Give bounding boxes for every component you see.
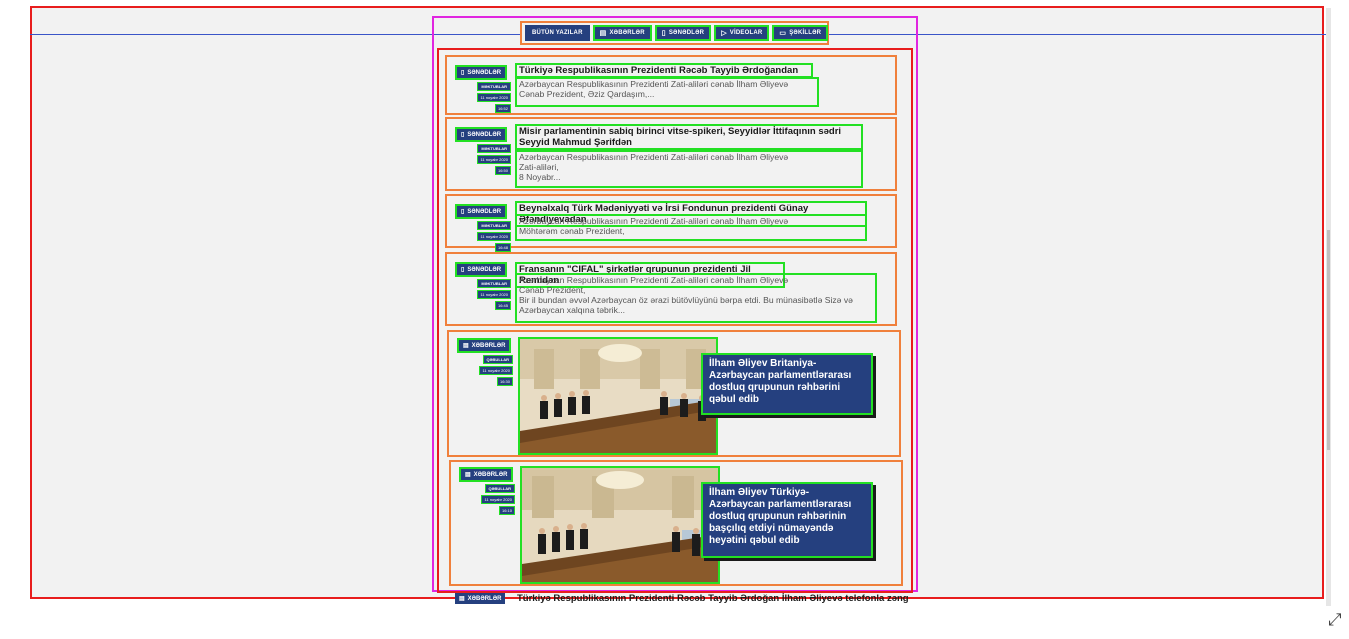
post-time: 16:48 [494, 243, 511, 252]
tab-news[interactable]: ▤ XƏBƏRLƏR [592, 25, 652, 41]
tab-images[interactable]: ▭ ŞƏKİLLƏR [772, 25, 829, 41]
post-photo[interactable] [520, 466, 720, 584]
tab-label: SƏNƏDLƏR [668, 30, 705, 36]
list-item[interactable]: ▤XƏBƏRLƏR QƏBULLAR 11 noyabr 2020 16:10 [449, 460, 903, 586]
post-date: 11 noyabr 2020 [477, 93, 511, 102]
post-title[interactable]: Türkiyə Respublikasının Prezidenti Rəcəb… [515, 63, 813, 78]
tab-label: BÜTÜN YAZILAR [532, 30, 583, 36]
post-photo[interactable] [518, 337, 718, 455]
tab-all-posts[interactable]: BÜTÜN YAZILAR [525, 25, 590, 41]
post-excerpt: Azərbaycan Respublikasının Prezidenti Za… [515, 214, 867, 241]
expand-icon[interactable]: ⤢ [1328, 610, 1342, 630]
category-badge[interactable]: ▯ SƏNƏDLƏR [455, 127, 508, 142]
news-icon: ▤ [463, 343, 469, 349]
tab-videos[interactable]: ▷ VİDEOLAR [714, 25, 770, 41]
list-item[interactable]: ▯ SƏNƏDLƏR MƏKTUBLAR 11 noyabr 2020 16:45… [445, 252, 897, 326]
document-icon: ▯ [461, 209, 465, 215]
tab-label: VİDEOLAR [729, 30, 763, 36]
tab-label: XƏBƏRLƏR [609, 30, 645, 36]
post-date: 11 noyabr 2020 [479, 366, 513, 375]
category-badge[interactable]: ▤ XƏBƏRLƏR [459, 467, 514, 482]
meeting-room-photo [520, 339, 716, 453]
tab-label: ŞƏKİLLƏR [789, 30, 822, 36]
play-icon: ▷ [721, 30, 727, 37]
post-meta: ▯ SƏNƏDLƏR MƏKTUBLAR 11 noyabr 2020 16:52 [455, 65, 511, 113]
meeting-room-photo [522, 468, 718, 582]
document-icon: ▯ [461, 267, 465, 273]
post-time: 16:50 [494, 166, 511, 175]
post-title[interactable]: Türkiyə Respublikasının Prezidenti Rəcəb… [517, 593, 909, 604]
post-meta: ▯ SƏNƏDLƏR MƏKTUBLAR 11 noyabr 2020 16:50 [455, 127, 511, 175]
subcategory-badge[interactable]: QƏBULLAR [482, 355, 513, 364]
post-date: 11 noyabr 2020 [481, 495, 515, 504]
post-meta: ▤ XƏBƏRLƏR QƏBULLAR 11 noyabr 2020 16:30 [457, 338, 513, 386]
document-icon: ▯ [461, 70, 465, 76]
news-icon: ▤ [599, 30, 607, 37]
filter-tabs: BÜTÜN YAZILAR ▤ XƏBƏRLƏR ▯ SƏNƏDLƏR ▷ Vİ… [520, 21, 829, 45]
post-date: 11 noyabr 2020 [477, 155, 511, 164]
scrollbar-thumb[interactable] [1327, 230, 1330, 450]
subcategory-badge[interactable]: MƏKTUBLAR [477, 279, 511, 288]
tab-documents[interactable]: ▯ SƏNƏDLƏR [654, 25, 712, 41]
category-badge[interactable]: ▯ SƏNƏDLƏR [455, 65, 508, 80]
post-date: 11 noyabr 2020 [477, 290, 511, 299]
post-time: 16:52 [494, 104, 511, 113]
post-excerpt: Azərbaycan Respublikasının Prezidenti Za… [515, 77, 819, 107]
post-date: 11 noyabr 2020 [477, 232, 511, 241]
list-item[interactable]: ▯ SƏNƏDLƏR MƏKTUBLAR 11 noyabr 2020 16:48… [445, 194, 897, 252]
list-item[interactable]: ▤ XƏBƏRLƏR Türkiyə Respublikasının Prezid… [455, 593, 915, 605]
category-badge[interactable]: ▯ SƏNƏDLƏR [455, 204, 508, 219]
post-time: 16:10 [498, 506, 515, 515]
subcategory-badge[interactable]: MƏKTUBLAR [477, 221, 511, 230]
category-badge[interactable]: ▤ XƏBƏRLƏR [455, 593, 506, 604]
post-excerpt: Azərbaycan Respublikasının Prezidenti Za… [515, 273, 877, 323]
category-badge[interactable]: ▤ XƏBƏRLƏR [457, 338, 512, 353]
document-icon: ▯ [661, 30, 666, 37]
post-excerpt: Azərbaycan Respublikasının Prezidenti Za… [515, 150, 863, 188]
list-item[interactable]: ▯ SƏNƏDLƏR MƏKTUBLAR 11 noyabr 2020 16:52… [445, 55, 897, 115]
news-icon: ▤ [459, 596, 465, 602]
post-time: 16:30 [496, 377, 513, 386]
category-badge[interactable]: ▯ SƏNƏDLƏR [455, 262, 508, 277]
list-item[interactable]: ▯ SƏNƏDLƏR MƏKTUBLAR 11 noyabr 2020 16:50… [445, 117, 897, 191]
news-icon: ▤ [465, 472, 471, 478]
document-icon: ▯ [461, 132, 465, 138]
post-title[interactable]: İlham Əliyev Britaniya-Azərbaycan parlam… [701, 353, 873, 415]
post-meta: ▤ XƏBƏRLƏR QƏBULLAR 11 noyabr 2020 16:10 [459, 467, 515, 515]
post-meta: ▯ SƏNƏDLƏR MƏKTUBLAR 11 noyabr 2020 16:45 [455, 262, 511, 310]
post-meta: ▯ SƏNƏDLƏR MƏKTUBLAR 11 noyabr 2020 16:48 [455, 204, 511, 252]
post-time: 16:45 [494, 301, 511, 310]
post-title[interactable]: İlham Əliyev Türkiyə-Azərbaycan parlamen… [701, 482, 873, 558]
post-title[interactable]: Misir parlamentinin sabiq birinci vitse-… [515, 124, 863, 150]
subcategory-badge[interactable]: QƏBULLAR [484, 484, 515, 493]
image-icon: ▭ [779, 30, 787, 37]
subcategory-badge[interactable]: MƏKTUBLAR [477, 82, 511, 91]
list-item[interactable]: ▤XƏBƏRLƏR QƏBULLAR 11 noyabr 2020 16:30 [447, 330, 901, 457]
subcategory-badge[interactable]: MƏKTUBLAR [477, 144, 511, 153]
